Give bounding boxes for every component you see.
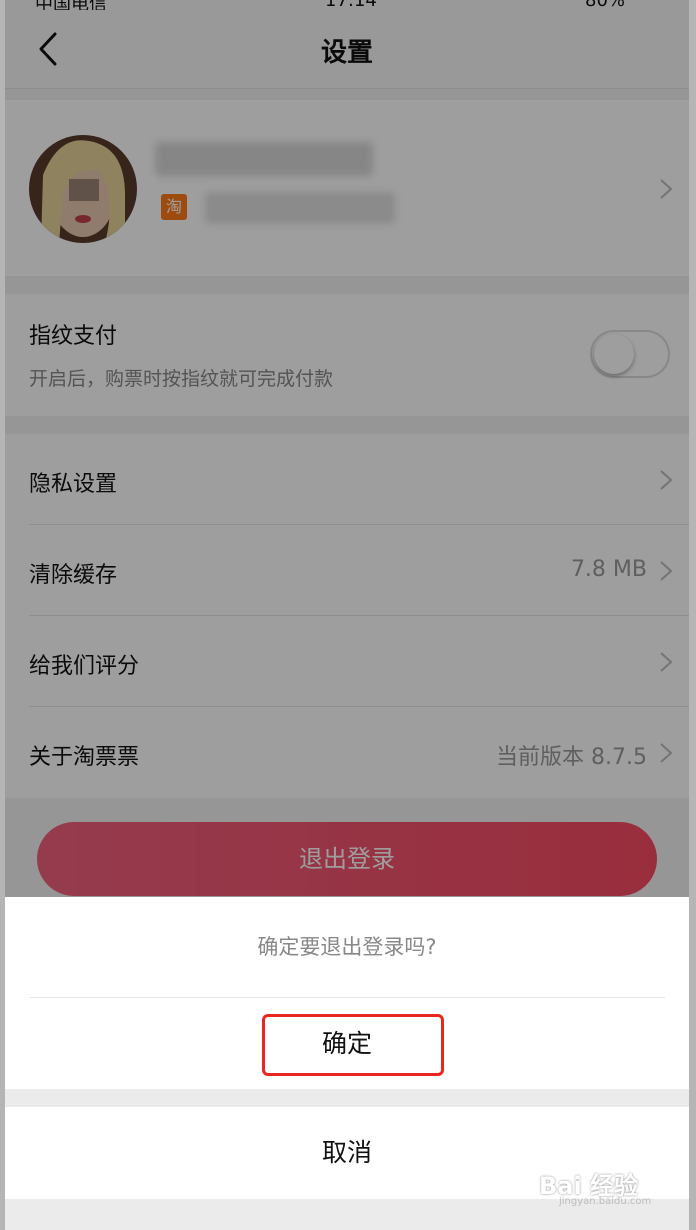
annotation-highlight-box bbox=[262, 1014, 444, 1076]
watermark-url: jingyan.baidu.com bbox=[559, 1196, 652, 1207]
modal-overlay[interactable] bbox=[5, 0, 689, 897]
right-edge bbox=[689, 0, 696, 1230]
action-sheet-main: 确定要退出登录吗? 确定 bbox=[5, 897, 689, 1089]
dialog-message: 确定要退出登录吗? bbox=[257, 935, 437, 959]
app-screen: 中国电信 17:14 80% 设置 淘 指纹支付 开启后，购票时按指纹就可完成付… bbox=[5, 0, 689, 1230]
baidu-watermark: Bai 经验 jingyan.baidu.com bbox=[539, 1156, 689, 1207]
